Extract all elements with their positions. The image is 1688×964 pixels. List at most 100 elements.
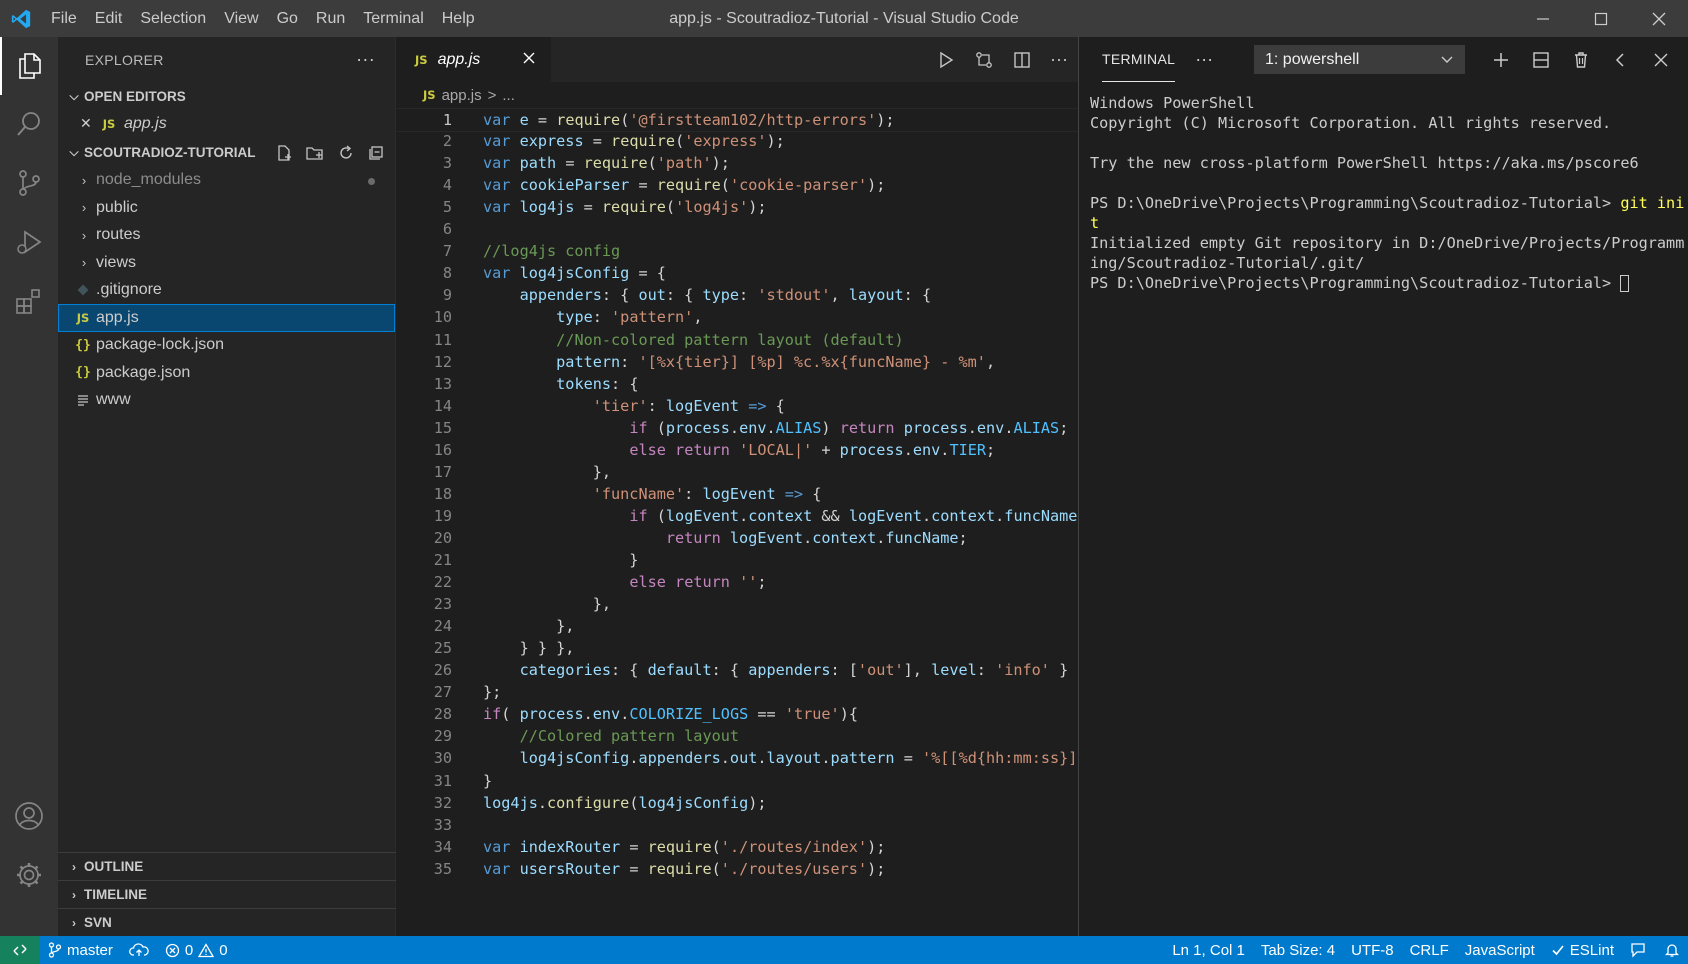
outline-header[interactable]: › OUTLINE: [58, 852, 396, 880]
code-line[interactable]: 30 log4jsConfig.appenders.out.layout.pat…: [397, 747, 1078, 771]
extensions-icon[interactable]: [0, 272, 58, 330]
notifications-bell-icon[interactable]: [1656, 936, 1688, 964]
tree-item-gitignore[interactable]: .gitignore: [58, 277, 395, 305]
split-terminal-icon[interactable]: [1532, 51, 1550, 69]
code-line[interactable]: 27};: [397, 681, 1078, 705]
code-line[interactable]: 15 if (process.env.ALIAS) return process…: [397, 417, 1078, 441]
code-line[interactable]: 22 else return '';: [397, 571, 1078, 595]
tree-item-views[interactable]: › views: [58, 249, 395, 277]
code-line[interactable]: 25 } } },: [397, 637, 1078, 661]
menu-file[interactable]: File: [42, 0, 86, 37]
search-icon[interactable]: [0, 95, 58, 153]
eslint-status[interactable]: ESLint: [1543, 936, 1622, 964]
code-line[interactable]: 34 var indexRouter = require('./routes/in…: [397, 836, 1078, 860]
new-terminal-icon[interactable]: [1492, 51, 1510, 69]
terminal-shell-select[interactable]: 1: powershell: [1254, 45, 1465, 74]
split-editor-icon[interactable]: [1012, 50, 1032, 70]
code-line[interactable]: 13 tokens: {: [397, 373, 1078, 397]
code-line[interactable]: 35 var usersRouter = require('./routes/us…: [397, 858, 1078, 882]
menu-view[interactable]: View: [215, 0, 267, 37]
menu-run[interactable]: Run: [307, 0, 354, 37]
timeline-header[interactable]: › TIMELINE: [58, 880, 396, 908]
code-area[interactable]: 1 var e = require('@firstteam102/http-err…: [397, 108, 1078, 936]
code-line[interactable]: 24 },: [397, 615, 1078, 639]
more-actions-icon[interactable]: ···: [1195, 49, 1213, 70]
settings-gear-icon[interactable]: [0, 846, 58, 904]
run-debug-icon[interactable]: [0, 213, 58, 271]
code-line[interactable]: 18 'funcName': logEvent => {: [397, 483, 1078, 507]
tree-item-package-lock-json[interactable]: {} package-lock.json: [58, 332, 395, 360]
close-tab-icon[interactable]: [521, 50, 537, 71]
close-icon[interactable]: ✕: [80, 115, 98, 132]
more-actions-icon[interactable]: ···: [356, 49, 375, 70]
tab-app-js[interactable]: JS app.js: [397, 37, 551, 82]
breadcrumb-symbol[interactable]: ...: [502, 87, 515, 104]
explorer-icon[interactable]: [0, 37, 58, 95]
code-line[interactable]: 20 return logEvent.context.funcName;: [397, 527, 1078, 551]
code-line[interactable]: 32 log4js.configure(log4jsConfig);: [397, 792, 1078, 816]
code-line[interactable]: 14 'tier': logEvent => {: [397, 395, 1078, 419]
code-line[interactable]: 16 else return 'LOCAL|' + process.env.TI…: [397, 439, 1078, 463]
chevron-left-icon[interactable]: [1612, 51, 1630, 69]
feedback-icon[interactable]: [1622, 936, 1656, 964]
project-folder-header[interactable]: ⌵ SCOUTRADIOZ-TUTORIAL: [58, 139, 395, 167]
source-control-icon[interactable]: [0, 154, 58, 212]
open-editors-header[interactable]: ⌵ OPEN EDITORS: [58, 82, 395, 110]
code-line[interactable]: 9 appenders: { out: { type: 'stdout', la…: [397, 284, 1078, 308]
tree-item-package-json[interactable]: {} package.json: [58, 359, 395, 387]
code-line[interactable]: 10 type: 'pattern',: [397, 306, 1078, 330]
menu-go[interactable]: Go: [268, 0, 307, 37]
minimize-button[interactable]: [1514, 0, 1572, 37]
cursor-position[interactable]: Ln 1, Col 1: [1164, 936, 1253, 964]
code-line[interactable]: 8 var log4jsConfig = {: [397, 262, 1078, 286]
code-line[interactable]: 5 var log4js = require('log4js');: [397, 196, 1078, 220]
close-panel-icon[interactable]: [1652, 51, 1670, 69]
code-line[interactable]: 26 categories: { default: { appenders: […: [397, 659, 1078, 683]
tree-item-public[interactable]: › public: [58, 194, 395, 222]
indentation[interactable]: Tab Size: 4: [1253, 936, 1343, 964]
code-line[interactable]: 23 },: [397, 593, 1078, 617]
language-mode[interactable]: JavaScript: [1457, 936, 1543, 964]
menu-edit[interactable]: Edit: [86, 0, 132, 37]
code-line[interactable]: 11 //Non-colored pattern layout (default…: [397, 329, 1078, 353]
open-changes-icon[interactable]: [974, 50, 994, 70]
run-file-icon[interactable]: [936, 50, 956, 70]
tree-item-app-js[interactable]: JS app.js: [58, 304, 395, 332]
collapse-all-icon[interactable]: [367, 144, 385, 162]
code-line[interactable]: 4 var cookieParser = require('cookie-pars…: [397, 174, 1078, 198]
code-line[interactable]: 31}: [397, 770, 1078, 794]
code-line[interactable]: 1 var e = require('@firstteam102/http-err…: [397, 108, 1078, 132]
code-line[interactable]: 6: [397, 218, 1078, 242]
code-line[interactable]: 3 var path = require('path');: [397, 152, 1078, 176]
more-actions-icon[interactable]: ···: [1050, 49, 1068, 70]
remote-icon[interactable]: [0, 936, 40, 964]
maximize-button[interactable]: [1572, 0, 1630, 37]
trash-icon[interactable]: [1572, 51, 1590, 69]
sync-indicator[interactable]: [121, 936, 157, 964]
vscode-logo-icon[interactable]: [0, 0, 42, 37]
account-icon[interactable]: [0, 787, 58, 845]
code-line[interactable]: 17 },: [397, 461, 1078, 485]
refresh-icon[interactable]: [337, 144, 355, 162]
new-file-icon[interactable]: [275, 144, 293, 162]
code-line[interactable]: 21 }: [397, 549, 1078, 573]
terminal-output[interactable]: Windows PowerShell Copyright (C) Microsof…: [1090, 93, 1684, 293]
problems-indicator[interactable]: 0 0: [157, 936, 236, 964]
breadcrumb-file[interactable]: app.js: [442, 87, 482, 104]
menu-help[interactable]: Help: [433, 0, 484, 37]
close-window-button[interactable]: [1630, 0, 1688, 37]
tree-item-node-modules[interactable]: › node_modules: [58, 167, 395, 195]
branch-indicator[interactable]: master: [40, 936, 121, 964]
code-line[interactable]: 7 //log4js config: [397, 240, 1078, 264]
open-editor-item[interactable]: ✕ JS app.js: [58, 110, 395, 138]
encoding[interactable]: UTF-8: [1343, 936, 1402, 964]
code-line[interactable]: 33: [397, 814, 1078, 838]
code-line[interactable]: 19 if (logEvent.context && logEvent.cont…: [397, 505, 1078, 529]
tree-item-routes[interactable]: › routes: [58, 222, 395, 250]
code-line[interactable]: 12 pattern: '[%x{tier}] [%p] %c.%x{funcN…: [397, 351, 1078, 375]
code-line[interactable]: 29 //Colored pattern layout: [397, 725, 1078, 749]
tab-terminal[interactable]: TERMINAL: [1102, 37, 1176, 82]
end-of-line[interactable]: CRLF: [1402, 936, 1457, 964]
code-line[interactable]: 2 var express = require('express');: [397, 130, 1078, 154]
tree-item-www[interactable]: www: [58, 387, 395, 415]
